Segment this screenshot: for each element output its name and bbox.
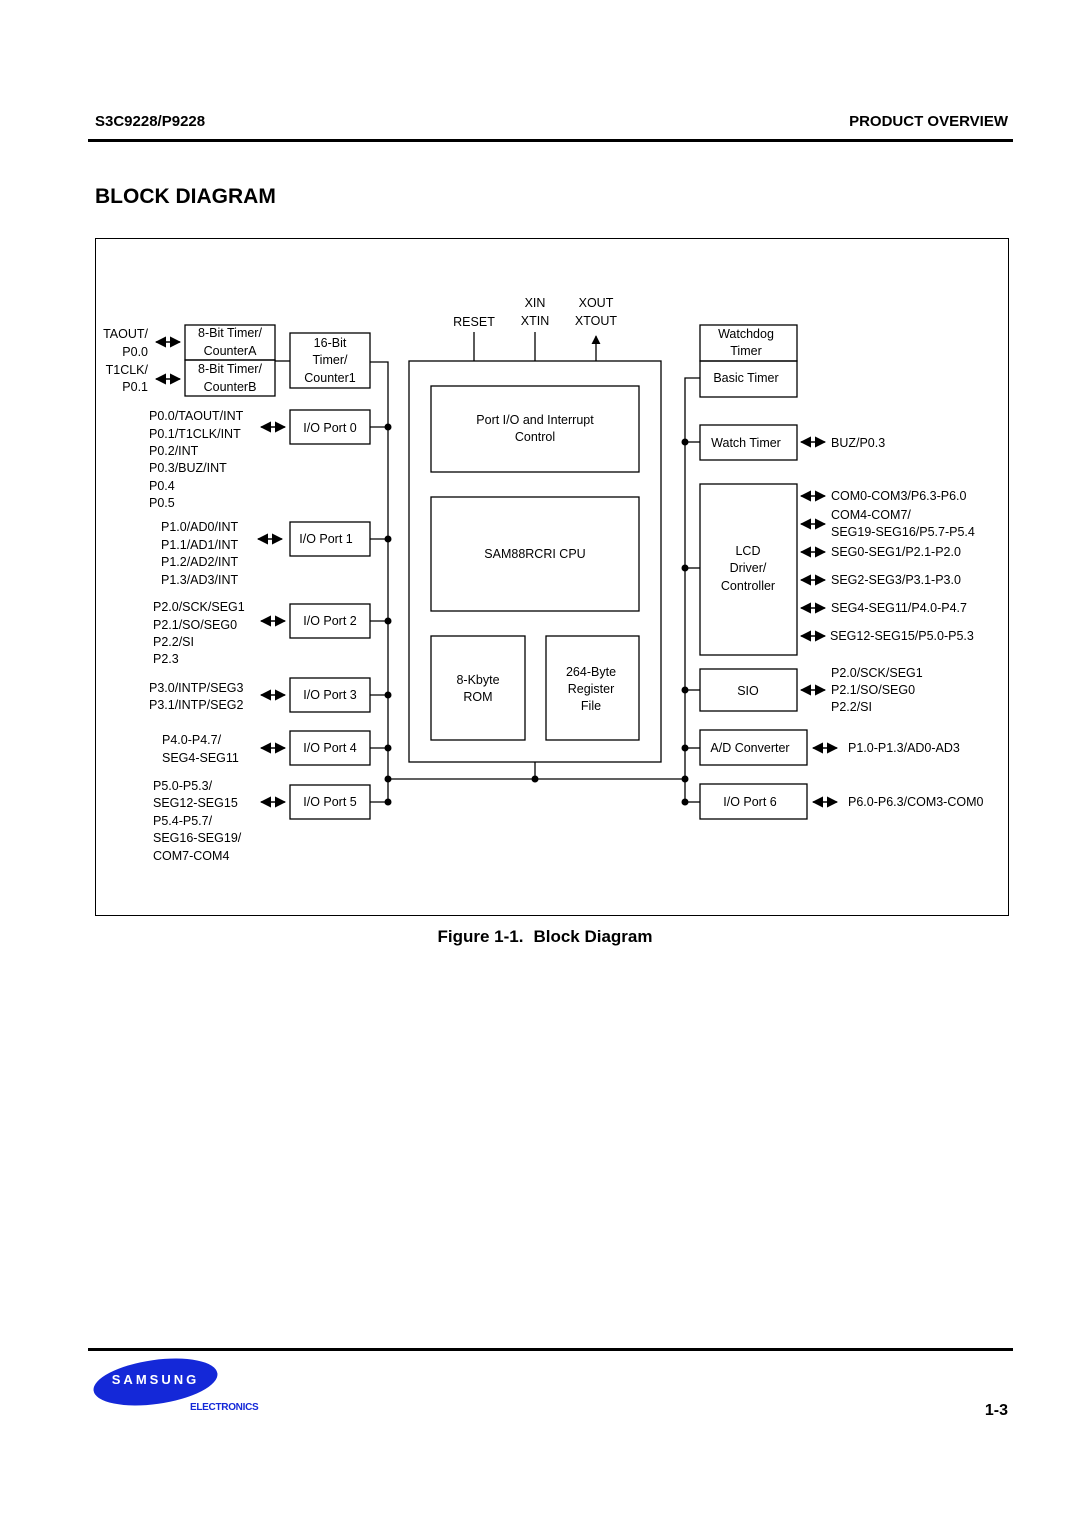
io-port-0-pin: P0.2/INT <box>149 444 199 458</box>
timer-b-pin: P0.1 <box>122 380 148 394</box>
watchdog-label: Watchdog <box>718 327 774 341</box>
io-port-1-pin: P1.1/AD1/INT <box>161 538 238 552</box>
xtin-label: XTIN <box>521 314 549 328</box>
lcd-pin: SEG0-SEG1/P2.1-P2.0 <box>831 545 961 559</box>
timer1-label: Counter1 <box>304 371 355 385</box>
adc-pin: P1.0-P1.3/AD0-AD3 <box>848 741 960 755</box>
logo-brand: SAMSUNG <box>111 1372 200 1387</box>
footer-rule <box>88 1348 1013 1351</box>
register-file-label: Register <box>568 682 615 696</box>
lcd-pin: SEG19-SEG16/P5.7-P5.4 <box>831 525 975 539</box>
io-port-2-pin: P2.3 <box>153 652 179 666</box>
rom-box <box>430 635 526 741</box>
timer-b-label: 8-Bit Timer/ <box>198 362 262 376</box>
figure-number: Figure 1-1. <box>437 927 524 946</box>
io-port-1-pin: P1.3/AD3/INT <box>161 573 238 587</box>
rom-label: 8-Kbyte <box>456 673 499 687</box>
io-port-5-pin: SEG16-SEG19/ <box>153 831 242 845</box>
io-port-1-pin: P1.0/AD0/INT <box>161 520 238 534</box>
lcd-pin: COM0-COM3/P6.3-P6.0 <box>831 489 967 503</box>
lcd-pin: SEG2-SEG3/P3.1-P3.0 <box>831 573 961 587</box>
lcd-pin: COM4-COM7/ <box>831 508 911 522</box>
watch-timer-pin: BUZ/P0.3 <box>831 436 885 450</box>
interrupt-control-label: Port I/O and Interrupt <box>476 413 594 427</box>
io-port-4-label: I/O Port 4 <box>303 741 357 755</box>
io-port-5-label: I/O Port 5 <box>303 795 357 809</box>
io-port-3-label: I/O Port 3 <box>303 688 357 702</box>
timer-b-pin: T1CLK/ <box>106 363 149 377</box>
io-port-3-pin: P3.0/INTP/SEG3 <box>149 681 244 695</box>
lcd-pin: SEG4-SEG11/P4.0-P4.7 <box>831 601 967 615</box>
io-port-0-pin: P0.4 <box>149 479 175 493</box>
io-port-0-label: I/O Port 0 <box>303 421 357 435</box>
io-port-6-label: I/O Port 6 <box>723 795 777 809</box>
io-port-2-pin: P2.2/SI <box>153 635 194 649</box>
figure-title: Block Diagram <box>533 927 653 946</box>
io-port-2-label: I/O Port 2 <box>303 614 357 628</box>
rom-label: ROM <box>463 690 492 704</box>
watch-timer-label: Watch Timer <box>711 436 781 450</box>
reset-label: RESET <box>453 315 495 329</box>
io-port-0-pin: P0.0/TAOUT/INT <box>149 409 244 423</box>
lcd-label: LCD <box>735 544 760 558</box>
io-port-6-pin: P6.0-P6.3/COM3-COM0 <box>848 795 984 809</box>
io-port-5-pin: COM7-COM4 <box>153 849 229 863</box>
interrupt-control-box <box>430 385 640 473</box>
block-diagram: RESET XIN XTIN XOUT XTOUT TAOUT/ P0.0 T1… <box>103 296 984 863</box>
io-port-4-pin: SEG4-SEG11 <box>162 751 239 765</box>
sio-pin: P2.2/SI <box>831 700 872 714</box>
timer1-label: Timer/ <box>313 353 348 367</box>
timer-b-label: CounterB <box>204 380 257 394</box>
io-port-1-pin: P1.2/AD2/INT <box>161 555 238 569</box>
timer-a-pin: TAOUT/ <box>103 327 148 341</box>
interrupt-control-label: Control <box>515 430 555 444</box>
adc-label: A/D Converter <box>710 741 789 755</box>
timer-a-label: 8-Bit Timer/ <box>198 326 262 340</box>
cpu-label: SAM88RCRI CPU <box>484 547 585 561</box>
timer-a-label: CounterA <box>204 344 257 358</box>
timer1-label: 16-Bit <box>314 336 347 350</box>
register-file-label: File <box>581 699 601 713</box>
io-port-5-pin: P5.4-P5.7/ <box>153 814 213 828</box>
samsung-logo: SAMSUNG <box>90 1351 221 1413</box>
xtout-label: XTOUT <box>575 314 617 328</box>
io-port-0-pin: P0.3/BUZ/INT <box>149 461 227 475</box>
lcd-pin: SEG12-SEG15/P5.0-P5.3 <box>830 629 974 643</box>
xout-label: XOUT <box>579 296 614 310</box>
lcd-label: Driver/ <box>730 561 767 575</box>
xin-label: XIN <box>525 296 546 310</box>
sio-pin: P2.0/SCK/SEG1 <box>831 666 923 680</box>
io-port-4-pin: P4.0-P4.7/ <box>162 733 222 747</box>
sio-pin: P2.1/SO/SEG0 <box>831 683 915 697</box>
io-port-2-pin: P2.0/SCK/SEG1 <box>153 600 245 614</box>
io-port-5-pin: SEG12-SEG15 <box>153 796 238 810</box>
sio-label: SIO <box>737 684 759 698</box>
page-number: 1-3 <box>984 1402 1008 1419</box>
io-port-1-label: I/O Port 1 <box>299 532 353 546</box>
timer-a-pin: P0.0 <box>122 345 148 359</box>
io-port-3-pin: P3.1/INTP/SEG2 <box>149 698 244 712</box>
io-port-2-pin: P2.1/SO/SEG0 <box>153 618 237 632</box>
logo-division: ELECTRONICS <box>190 1402 259 1413</box>
watchdog-label: Timer <box>730 344 761 358</box>
basic-timer-label: Basic Timer <box>713 371 778 385</box>
register-file-label: 264-Byte <box>566 665 616 679</box>
io-port-5-pin: P5.0-P5.3/ <box>153 779 213 793</box>
io-port-0-pin: P0.1/T1CLK/INT <box>149 427 241 441</box>
figure-caption: Figure 1-1. Block Diagram <box>0 927 1080 947</box>
io-port-0-pin: P0.5 <box>149 496 175 510</box>
lcd-label: Controller <box>721 579 775 593</box>
